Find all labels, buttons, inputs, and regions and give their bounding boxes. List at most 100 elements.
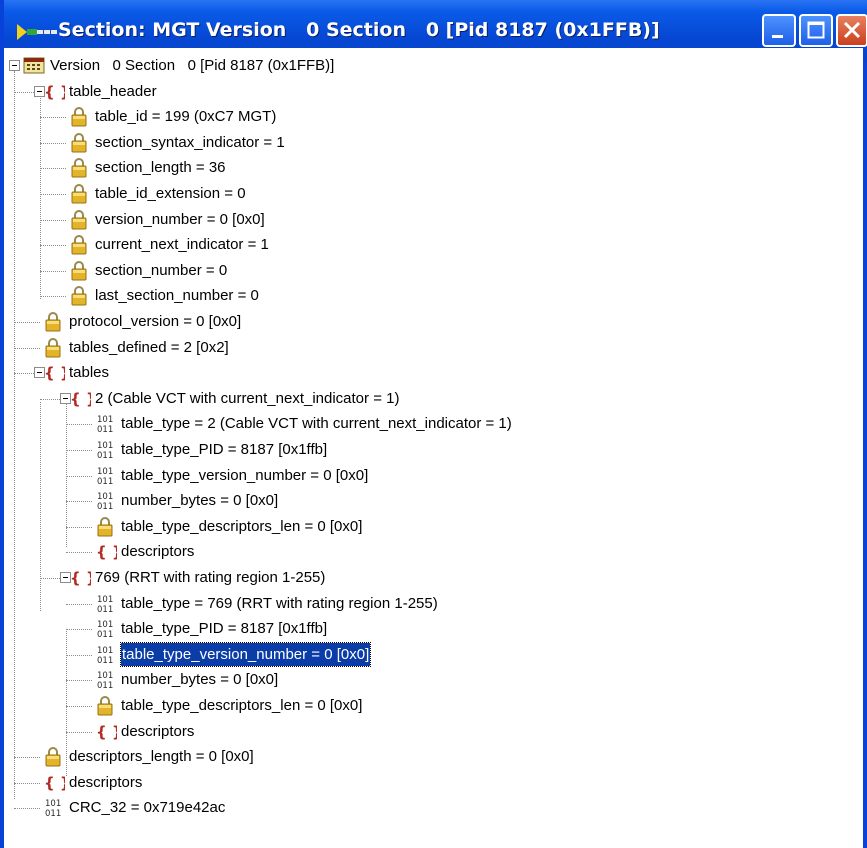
tree-connector (40, 245, 66, 246)
tree-node-descriptors-length[interactable]: descriptors_length = 0 [0x0] (4, 745, 863, 770)
maximize-button[interactable] (799, 14, 833, 47)
tree-connector (40, 143, 66, 144)
tree-node-label: section_syntax_indicator = 1 (95, 134, 285, 151)
tree-node-label: section_number = 0 (95, 262, 228, 279)
tree-connector (66, 629, 92, 630)
braces-icon: { } (41, 772, 71, 793)
tree-node-descriptors[interactable]: { }descriptors (4, 720, 863, 745)
binary-icon: 101 011 (93, 490, 117, 512)
svg-text:{ }: { } (70, 569, 91, 587)
tree-node-label: tables_defined = 2 [0x2] (69, 339, 229, 356)
tree-connector (40, 271, 66, 272)
tree-node-label: table_type = 769 (RRT with rating region… (121, 595, 438, 612)
lock-icon (67, 106, 91, 127)
binary-icon: 101 011 (93, 593, 117, 615)
svg-text:{ }: { } (44, 83, 65, 101)
tree-node-field[interactable]: table_type_descriptors_len = 0 [0x0] (4, 694, 863, 719)
svg-text:011: 011 (97, 630, 113, 639)
minimize-button[interactable] (762, 14, 796, 47)
tree-node-label: protocol_version = 0 [0x0] (69, 313, 242, 330)
tree-connector (40, 296, 66, 297)
braces-icon: { } (67, 388, 97, 409)
tree-node-field[interactable]: table_type_descriptors_len = 0 [0x0] (4, 515, 863, 540)
tree-node-label: Version 0 Section 0 [Pid 8187 (0x1FFB)] (50, 57, 335, 74)
lock-icon (67, 132, 91, 153)
svg-text:{ }: { } (44, 774, 65, 792)
tree-node-field[interactable]: last_section_number = 0 (4, 284, 863, 309)
lock-icon (67, 285, 91, 306)
tree-connector (40, 117, 66, 118)
close-button[interactable] (836, 14, 867, 47)
braces-icon: { } (93, 721, 123, 742)
tree-node-field[interactable]: section_number = 0 (4, 259, 863, 284)
tree-connector (14, 348, 40, 349)
svg-text:011: 011 (97, 451, 113, 460)
tree-node-tables[interactable]: { }tables (4, 361, 863, 386)
tree-view[interactable]: Version 0 Section 0 [Pid 8187 (0x1FFB)] {… (4, 48, 863, 848)
binary-icon: 101 011 (93, 644, 117, 666)
braces-icon: { } (41, 362, 71, 383)
tree-node-field[interactable]: 101 011 table_type_version_number = 0 [0x0… (4, 464, 863, 489)
tree-node-root[interactable]: Version 0 Section 0 [Pid 8187 (0x1FFB)] (4, 54, 863, 79)
svg-text:101: 101 (97, 595, 113, 605)
tree-node-field[interactable]: current_next_indicator = 1 (4, 233, 863, 258)
tree-node-field[interactable]: section_syntax_indicator = 1 (4, 131, 863, 156)
lock-icon (67, 157, 91, 178)
tree-node-label: table_id = 199 (0xC7 MGT) (95, 108, 277, 125)
window: Section: MGT Version 0 Section 0 [Pid 81… (0, 0, 867, 848)
tree-connector (66, 680, 92, 681)
svg-text:{ }: { } (96, 543, 117, 561)
tree-node-label: table_type_descriptors_len = 0 [0x0] (121, 518, 363, 535)
lock-icon (67, 234, 91, 255)
tree-node-field[interactable]: 101 011 number_bytes = 0 [0x0] (4, 489, 863, 514)
svg-text:011: 011 (97, 425, 113, 434)
tree-node-field[interactable]: section_length = 36 (4, 156, 863, 181)
binary-icon: 101 011 (93, 413, 117, 435)
tree-node-label: table_header (69, 83, 157, 100)
tree-connector (66, 552, 92, 553)
tree-node-label: CRC_32 = 0x719e42ac (69, 799, 226, 816)
tree-connector (66, 706, 92, 707)
svg-text:101: 101 (45, 799, 61, 809)
tree-node-field[interactable]: 101 011 number_bytes = 0 [0x0] (4, 668, 863, 693)
svg-text:011: 011 (45, 809, 61, 818)
tree-node-protocol-version[interactable]: protocol_version = 0 [0x0] (4, 310, 863, 335)
tree-node-field[interactable]: version_number = 0 [0x0] (4, 208, 863, 233)
tree-node-descriptors[interactable]: { }descriptors (4, 540, 863, 565)
tree-node-label: table_type_PID = 8187 [0x1ffb] (121, 620, 328, 637)
tree-node-table-header[interactable]: { }table_header (4, 80, 863, 105)
tree-node-field[interactable]: 101 011 table_type_PID = 8187 [0x1ffb] (4, 438, 863, 463)
tree-node-label: descriptors (121, 543, 195, 560)
tree-node-field[interactable]: 101 011 table_type_version_number = 0 [0x0… (4, 642, 863, 668)
tree-node-field[interactable]: 101 011 table_type_PID = 8187 [0x1ffb] (4, 617, 863, 642)
tree-node-label: table_type_PID = 8187 [0x1ffb] (121, 441, 328, 458)
tree-node-label: descriptors (69, 774, 143, 791)
svg-text:{ }: { } (96, 723, 117, 741)
svg-text:101: 101 (97, 671, 113, 681)
tree-connector (66, 476, 92, 477)
binary-icon: 101 011 (93, 669, 117, 691)
svg-text:011: 011 (97, 502, 113, 511)
tree-node-label: 2 (Cable VCT with current_next_indicator… (95, 390, 400, 407)
tree-node-crc[interactable]: 101 011 CRC_32 = 0x719e42ac (4, 796, 863, 821)
tree-node-label: table_type_version_number = 0 [0x0] (119, 642, 372, 667)
tree-node-descriptors[interactable]: { }descriptors (4, 771, 863, 796)
tree-node-field[interactable]: 101 011 table_type = 769 (RRT with rating … (4, 592, 863, 617)
minimize-icon (772, 35, 783, 38)
tree-node-field[interactable]: table_id_extension = 0 (4, 182, 863, 207)
tree-connector (66, 450, 92, 451)
tree-node-tables-defined[interactable]: tables_defined = 2 [0x2] (4, 336, 863, 361)
tree-node-label: version_number = 0 [0x0] (95, 211, 265, 228)
tree-node-label: table_type_descriptors_len = 0 [0x0] (121, 697, 363, 714)
braces-icon: { } (67, 567, 97, 588)
tree-node-label: section_length = 36 (95, 159, 226, 176)
tree-node-label: number_bytes = 0 [0x0] (121, 492, 279, 509)
tree-node-field[interactable]: table_id = 199 (0xC7 MGT) (4, 105, 863, 130)
collapse-toggle[interactable] (9, 60, 20, 71)
tree-node-table-group[interactable]: { }2 (Cable VCT with current_next_indica… (4, 387, 863, 412)
svg-text:101: 101 (97, 441, 113, 451)
tree-connector (66, 604, 92, 605)
tree-node-field[interactable]: 101 011 table_type = 2 (Cable VCT with cur… (4, 412, 863, 437)
lock-icon (41, 746, 65, 767)
tree-node-table-group[interactable]: { }769 (RRT with rating region 1-255) (4, 566, 863, 591)
